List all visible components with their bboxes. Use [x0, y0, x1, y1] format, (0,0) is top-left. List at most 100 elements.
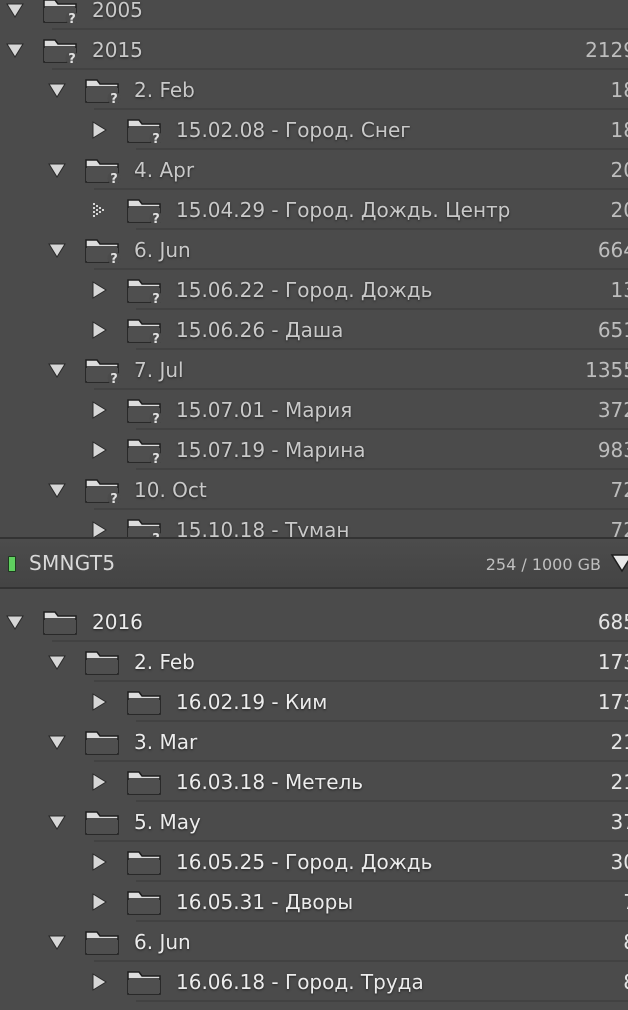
- folder-icon: [84, 728, 122, 758]
- folder-row[interactable]: ? 2. Feb 18: [0, 70, 628, 110]
- folder-row[interactable]: ? 15.07.01 - Мария 372: [0, 390, 628, 430]
- folder-question-icon: ?: [42, 0, 80, 27]
- photo-count: 372: [597, 398, 628, 422]
- folder-row[interactable]: 16.03.18 - Метель 21: [0, 762, 628, 802]
- photo-count: 2129: [585, 38, 628, 62]
- folder-name: 2005: [92, 0, 143, 22]
- volume-collapse-icon[interactable]: [610, 552, 628, 574]
- photo-count: 21: [610, 730, 628, 754]
- triangle-down-icon[interactable]: [48, 653, 66, 671]
- photo-count: 20: [610, 158, 628, 182]
- volume-header[interactable]: SMNGT5 254 / 1000 GB: [0, 537, 628, 589]
- svg-text:?: ?: [110, 92, 118, 106]
- photo-count: 651: [597, 318, 628, 342]
- triangle-right-icon[interactable]: [90, 773, 108, 791]
- folder-icon: [126, 768, 164, 798]
- photo-count: 18: [610, 78, 628, 102]
- folder-row[interactable]: 16.05.25 - Город. Дождь 30: [0, 842, 628, 882]
- folder-name: 6. Jun: [134, 930, 191, 954]
- photo-count: 18: [610, 118, 628, 142]
- folder-row[interactable]: 3. Mar 21: [0, 722, 628, 762]
- folder-row[interactable]: 5. May 37: [0, 802, 628, 842]
- folder-icon: [84, 648, 122, 678]
- triangle-right-icon[interactable]: [90, 281, 108, 299]
- folder-row[interactable]: ? 15.02.08 - Город. Снег 18: [0, 110, 628, 150]
- photo-count: 72: [610, 478, 628, 502]
- folder-name: 3. Mar: [134, 730, 198, 754]
- triangle-right-icon[interactable]: [90, 973, 108, 991]
- svg-text:?: ?: [152, 332, 160, 346]
- folder-name: 15.06.22 - Город. Дождь: [176, 278, 433, 302]
- volume-status-icon: [8, 556, 16, 572]
- svg-text:?: ?: [110, 492, 118, 506]
- folder-name: 2015: [92, 38, 143, 62]
- folder-row[interactable]: ? 4. Apr 20: [0, 150, 628, 190]
- folder-name: 5. May: [134, 810, 201, 834]
- svg-text:?: ?: [110, 252, 118, 266]
- triangle-right-icon[interactable]: [90, 401, 108, 419]
- folder-row[interactable]: ? 15.04.29 - Город. Дождь. Центр 20: [0, 190, 628, 230]
- photo-count: 664: [597, 238, 628, 262]
- folder-row[interactable]: ? 15.06.22 - Город. Дождь 13: [0, 270, 628, 310]
- folder-row[interactable]: 16.06.18 - Город. Труда 8: [0, 962, 628, 1002]
- folder-icon: [84, 928, 122, 958]
- triangle-down-icon[interactable]: [48, 481, 66, 499]
- folder-row[interactable]: 6. Jun 8: [0, 922, 628, 962]
- svg-text:?: ?: [152, 452, 160, 466]
- folder-row[interactable]: ? 15.07.19 - Марина 983: [0, 430, 628, 470]
- svg-text:?: ?: [152, 292, 160, 306]
- photo-count: 30: [610, 850, 628, 874]
- triangle-right-icon[interactable]: [90, 853, 108, 871]
- folder-name: 16.06.18 - Город. Труда: [176, 970, 424, 994]
- dotted-triangle-icon[interactable]: [90, 201, 108, 219]
- photo-count: 13: [610, 278, 628, 302]
- triangle-down-icon[interactable]: [48, 813, 66, 831]
- svg-text:?: ?: [152, 132, 160, 146]
- triangle-right-icon[interactable]: [90, 693, 108, 711]
- folder-question-icon: ?: [84, 356, 122, 387]
- folder-question-icon: ?: [126, 316, 164, 347]
- folder-question-icon: ?: [126, 276, 164, 307]
- triangle-down-icon[interactable]: [48, 241, 66, 259]
- triangle-down-icon[interactable]: [48, 161, 66, 179]
- folder-row[interactable]: 16.02.19 - Ким 173: [0, 682, 628, 722]
- triangle-down-icon[interactable]: [48, 733, 66, 751]
- folder-question-icon: ?: [84, 156, 122, 187]
- photo-count: 21: [610, 770, 628, 794]
- svg-text:?: ?: [152, 212, 160, 226]
- triangle-down-icon[interactable]: [6, 1, 24, 19]
- folder-question-icon: ?: [84, 476, 122, 507]
- triangle-right-icon[interactable]: [90, 441, 108, 459]
- folder-name: 15.02.08 - Город. Снег: [176, 118, 411, 142]
- folder-row[interactable]: ? 10. Oct 72: [0, 470, 628, 510]
- folder-row[interactable]: ? 15.06.26 - Даша 651: [0, 310, 628, 350]
- triangle-down-icon[interactable]: [48, 933, 66, 951]
- triangle-right-icon[interactable]: [90, 121, 108, 139]
- folder-question-icon: ?: [84, 76, 122, 107]
- volume-usage: 254 / 1000 GB: [485, 555, 601, 574]
- folder-row[interactable]: ? 7. Jul 1355: [0, 350, 628, 390]
- folder-name: 6. Jun: [134, 238, 191, 262]
- folder-row[interactable]: ? 6. Jun 664: [0, 230, 628, 270]
- triangle-down-icon[interactable]: [6, 613, 24, 631]
- folder-row[interactable]: ? 2015 2129: [0, 30, 628, 70]
- folder-row[interactable]: ? 2005: [0, 0, 628, 30]
- folder-name: 2. Feb: [134, 78, 195, 102]
- folder-row[interactable]: 2016 685: [0, 602, 628, 642]
- triangle-down-icon[interactable]: [6, 41, 24, 59]
- photo-count: 8: [623, 969, 628, 995]
- folder-name: 16.05.25 - Город. Дождь: [176, 850, 433, 874]
- folder-question-icon: ?: [126, 396, 164, 427]
- volume-name: SMNGT5: [29, 551, 116, 575]
- triangle-right-icon[interactable]: [90, 893, 108, 911]
- folder-row[interactable]: 16.05.31 - Дворы 7: [0, 882, 628, 922]
- folder-question-icon: ?: [42, 36, 80, 67]
- folder-row[interactable]: 7. Jul124: [0, 1002, 628, 1010]
- folder-name: 16.03.18 - Метель: [176, 770, 364, 794]
- folder-row[interactable]: 2. Feb 173: [0, 642, 628, 682]
- triangle-down-icon[interactable]: [48, 361, 66, 379]
- svg-text:?: ?: [110, 372, 118, 386]
- svg-text:?: ?: [68, 12, 76, 26]
- triangle-down-icon[interactable]: [48, 81, 66, 99]
- triangle-right-icon[interactable]: [90, 321, 108, 339]
